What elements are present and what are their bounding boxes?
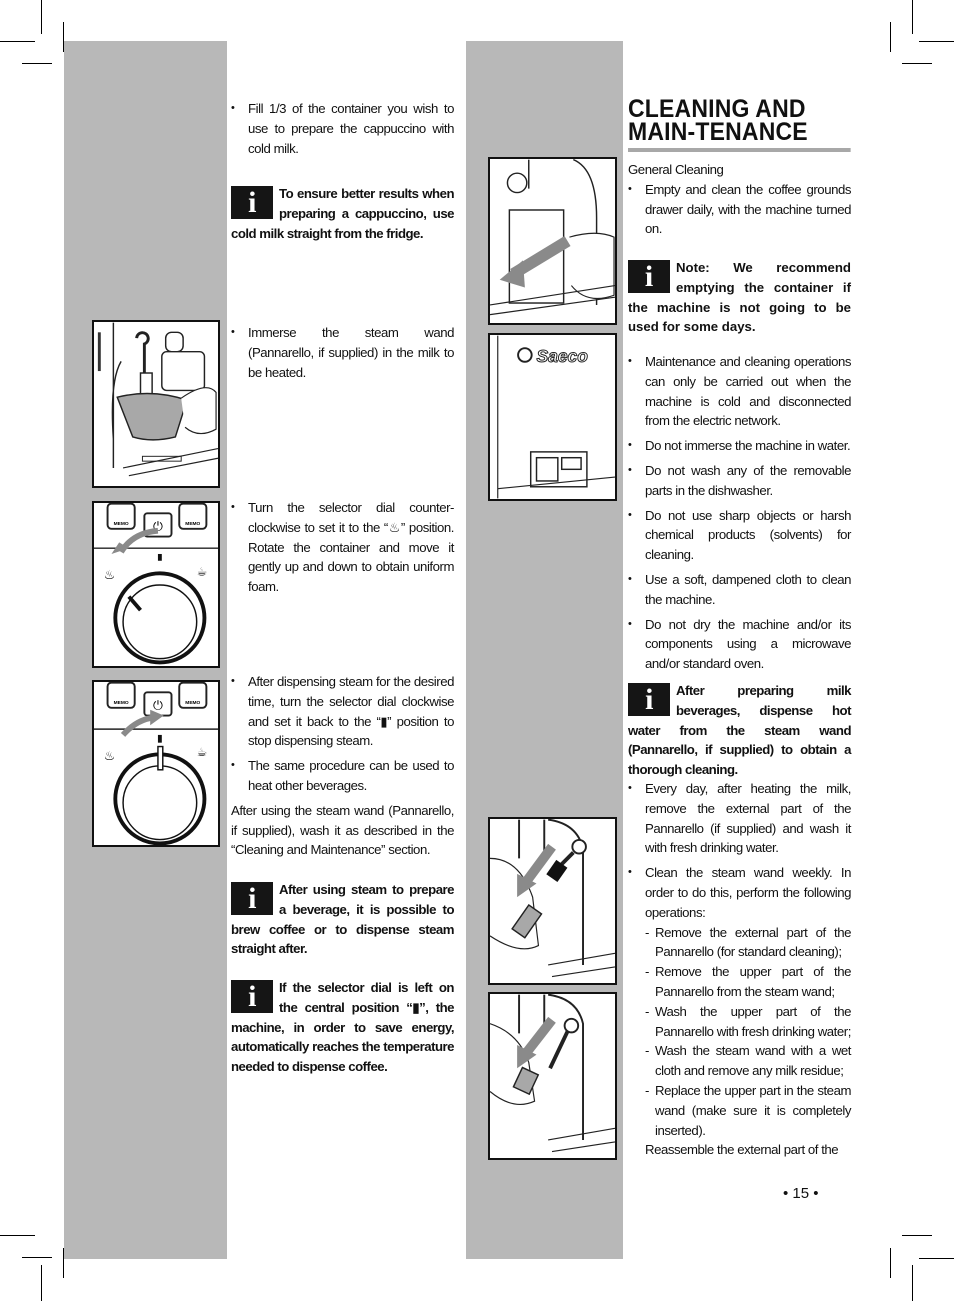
figure-steam-wand-in-milk (92, 320, 220, 488)
crop-mark (41, 1265, 42, 1301)
info-central-position: i If the selector dial is left on the cen… (231, 978, 455, 1077)
figure-grounds-drawer (488, 157, 617, 325)
step-turn-dial: Turn the selector dial counter-clockwise… (231, 498, 454, 597)
memo-label-left: MEMO (114, 700, 129, 706)
list-item: Do not immerse the machine in water. (628, 436, 851, 456)
step-immerse-block: Immerse the steam wand (Pannarello, if s… (231, 323, 454, 387)
cup-under-wand-illustration (97, 322, 218, 477)
info-note-block: i Note: We recommend emptying the contain… (628, 258, 851, 337)
steam-symbol-icon: ♨ (104, 748, 115, 763)
hot-water-cup-icon: ☕ (197, 564, 207, 578)
memo-label-right: MEMO (185, 700, 200, 706)
intro-bullet: Fill 1/3 of the container you wish to us… (231, 99, 454, 158)
list-item: Do not dry the machine and/or its compon… (628, 615, 851, 674)
list-item: Maintenance and cleaning operations can … (628, 352, 851, 431)
bullet-weekly: Clean the steam wand weekly. In order to… (628, 863, 851, 922)
step-immerse: Immerse the steam wand (Pannarello, if s… (231, 323, 454, 382)
crop-mark (902, 63, 932, 64)
arrow-down-icon (520, 843, 556, 887)
step-same-procedure: The same procedure can be used to heat o… (231, 756, 454, 796)
bullet-every-day: Every day, after heating the milk, remov… (628, 779, 851, 858)
info-icon: i (231, 186, 273, 219)
crop-mark (890, 1248, 891, 1278)
power-icon: ⏻ (153, 698, 163, 713)
left-text-column: Fill 1/3 of the container you wish to us… (231, 99, 454, 163)
crop-mark (919, 1258, 954, 1259)
hot-water-cup-icon: ☕ (197, 745, 207, 759)
crop-mark (22, 1257, 52, 1258)
page-number: • 15 • (783, 1185, 819, 1202)
info-icon: i (231, 882, 273, 915)
list-item: Use a soft, dampened cloth to clean the … (628, 570, 851, 610)
weekly-step: Remove the external part of the Pannarel… (628, 923, 851, 963)
subtitle-general-cleaning: General Cleaning (628, 162, 724, 177)
weekly-step: Replace the upper part in the steam wand… (628, 1081, 851, 1140)
crop-mark (902, 1235, 932, 1236)
arrow-down-icon (521, 1016, 556, 1058)
saeco-logo-icon (517, 347, 533, 363)
general-cleaning-block: General Cleaning Empty and clean the cof… (628, 160, 851, 244)
crop-mark (919, 41, 954, 42)
crop-mark (912, 0, 913, 34)
crop-mark (0, 41, 35, 42)
crop-mark (890, 22, 891, 52)
bullet-grounds-drawer: Empty and clean the coffee grounds drawe… (628, 180, 851, 239)
brand-logo: Saeco (537, 346, 589, 366)
section-title: CLEANING AND MAIN-TENANCE (628, 97, 851, 152)
figure-remove-pannarello-external (488, 817, 617, 985)
figure-dial-counterclockwise: MEMO ⏻ MEMO ♨ ☕ (92, 501, 220, 668)
steam-symbol-icon: ♨ (104, 567, 115, 582)
memo-label-left: MEMO (114, 521, 129, 527)
weekly-step: Wash the upper part of the Pannarello wi… (628, 1002, 851, 1042)
list-item: Do not wash any of the removable parts i… (628, 461, 851, 501)
power-switch (560, 456, 582, 471)
list-item: Do not use sharp objects or harsh chemic… (628, 506, 851, 565)
info-icon: i (231, 980, 273, 1013)
crop-mark (0, 1235, 35, 1236)
figure-dial-clockwise: MEMO ⏻ MEMO ♨ ☕ (92, 680, 220, 847)
info-milk-block: i After preparing milk beverages, dispens… (628, 681, 852, 780)
info-icon: i (628, 260, 670, 293)
steam-wand-cleaning-block: Every day, after heating the milk, remov… (628, 779, 851, 1160)
figure-machine-rear-power: Saeco (488, 333, 617, 501)
crop-mark (22, 63, 52, 64)
reassemble-text: Reassemble the external part of the (645, 1142, 839, 1158)
figure-remove-pannarello-upper (488, 992, 617, 1160)
info-after-steam: i After using steam to prepare a beverage… (231, 880, 455, 959)
crop-mark (41, 0, 42, 34)
memo-label-right: MEMO (185, 521, 200, 527)
after-steam-wand-paragraph: After using the steam wand (Pannarello, … (231, 802, 454, 858)
info-icon: i (628, 683, 670, 716)
arrow-clockwise-icon (120, 714, 155, 737)
weekly-step: Wash the steam wand with a wet cloth and… (628, 1041, 851, 1081)
power-socket (535, 456, 559, 482)
weekly-step: Remove the upper part of the Pannarello … (628, 962, 851, 1002)
crop-mark (912, 1265, 913, 1301)
step-after-block: After dispensing steam for the desired t… (231, 672, 454, 860)
step-turn-block: Turn the selector dial counter-clockwise… (231, 498, 454, 602)
step-after-dispensing: After dispensing steam for the desired t… (231, 672, 454, 751)
cleaning-rules-list: Maintenance and cleaning operations can … (628, 352, 851, 679)
info-cold-milk: i To ensure better results when preparing… (231, 184, 455, 243)
